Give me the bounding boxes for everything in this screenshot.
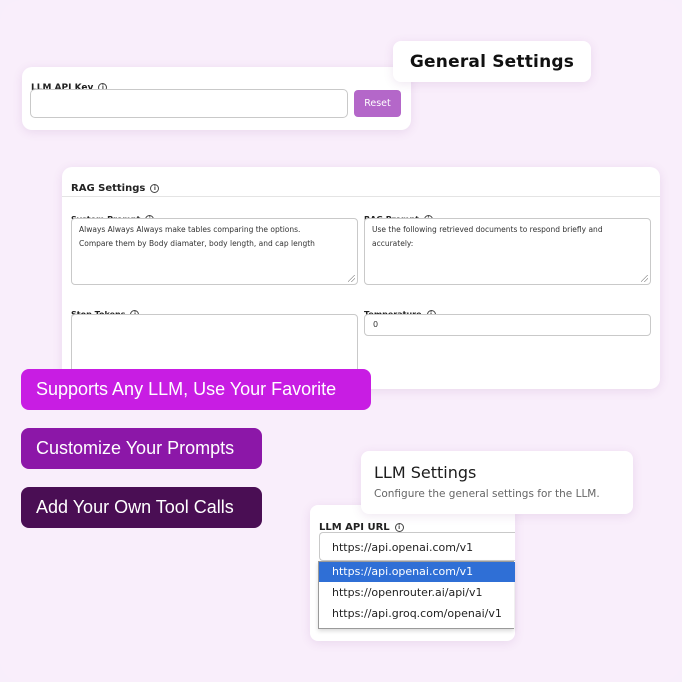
dropdown-option-label: https://api.groq.com/openai/v1 [332,607,502,620]
llm-api-url-dropdown: https://api.openai.com/v1 https://openro… [318,561,515,629]
system-prompt-line: Compare them by Body diamater, body leng… [79,239,315,248]
temperature-value: 0 [373,320,379,329]
rag-prompt-line: Use the following retrieved documents to… [372,225,603,234]
llm-api-key-input[interactable] [30,89,348,118]
rag-prompt-line: accurately: [372,239,414,248]
feature-pill-label: Add Your Own Tool Calls [36,497,234,517]
temperature-input[interactable]: 0 [364,314,651,336]
dropdown-option[interactable]: https://openrouter.ai/api/v1 [319,583,515,603]
system-prompt-textarea[interactable]: Always Always Always make tables compari… [71,218,358,285]
feature-pill-tool-calls: Add Your Own Tool Calls [21,487,262,528]
feature-pill-label: Customize Your Prompts [36,438,235,458]
general-settings-heading-card: General Settings [393,41,591,82]
reset-button-label: Reset [364,98,391,109]
rag-settings-title: RAG Settings [71,183,146,194]
llm-settings-title: LLM Settings [374,463,477,482]
divider [62,196,660,197]
info-icon[interactable]: i [150,184,160,193]
dropdown-option-label: https://api.openai.com/v1 [332,565,474,578]
feature-pill-prompts: Customize Your Prompts [21,428,262,469]
dropdown-option[interactable]: https://api.openai.com/v1 [319,562,515,582]
system-prompt-line: Always Always Always make tables compari… [79,225,301,234]
rag-prompt-textarea[interactable]: Use the following retrieved documents to… [364,218,651,285]
resize-handle[interactable] [641,275,648,282]
llm-settings-card: LLM Settings Configure the general setti… [361,451,633,514]
resize-handle[interactable] [348,275,355,282]
llm-api-url-select[interactable]: https://api.openai.com/v1 [319,532,515,561]
llm-api-key-card: LLM API Key i Reset [22,67,411,130]
rag-settings-card: RAG Settingsi System Prompti Always Alwa… [62,167,660,389]
dropdown-option[interactable]: https://api.groq.com/openai/v1 [319,604,515,624]
feature-pill-any-llm: Supports Any LLM, Use Your Favorite [21,369,371,410]
rag-settings-title-row: RAG Settings i [71,176,160,195]
llm-settings-description: Configure the general settings for the L… [374,488,600,500]
info-icon[interactable]: i [394,523,404,532]
reset-button[interactable]: Reset [354,90,401,117]
llm-api-url-selected-value: https://api.openai.com/v1 [332,541,474,554]
llm-api-url-card: LLM API URL i https://api.openai.com/v1 h… [310,505,515,641]
feature-pill-label: Supports Any LLM, Use Your Favorite [36,379,337,399]
page-title: General Settings [409,51,575,72]
dropdown-option-label: https://openrouter.ai/api/v1 [332,586,483,599]
